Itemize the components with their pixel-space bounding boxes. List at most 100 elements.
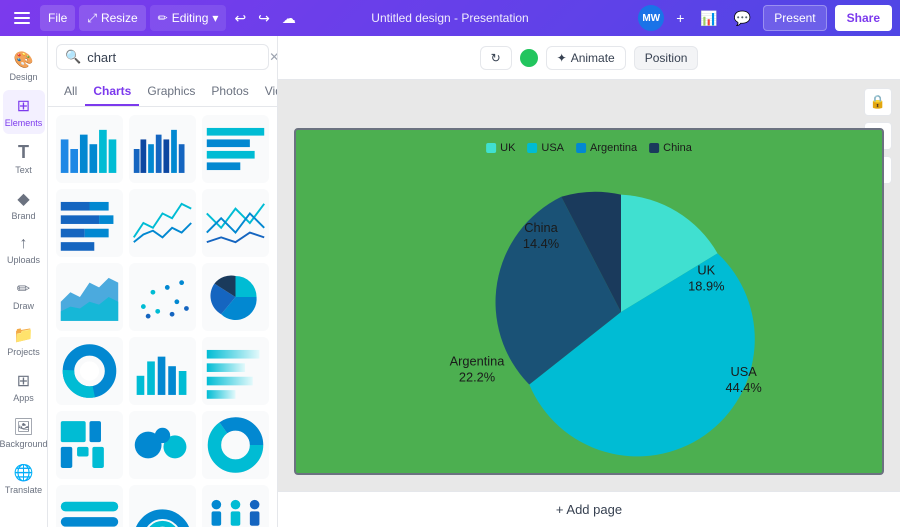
- sidebar-item-text[interactable]: T Text: [3, 136, 45, 181]
- uploads-icon: ↑: [20, 235, 28, 253]
- gallery-item-arch-chart[interactable]: [129, 485, 196, 527]
- animate-button[interactable]: ✦ Animate: [546, 46, 626, 70]
- gallery-item-hbar-stacked[interactable]: [56, 189, 123, 257]
- analytics-icon-button[interactable]: 📊: [696, 8, 721, 29]
- sidebar-item-projects[interactable]: 📁 Projects: [3, 319, 45, 363]
- gallery-item-ring-chart[interactable]: [202, 411, 269, 479]
- user-avatar[interactable]: MW: [638, 5, 664, 31]
- brand-icon: ◆: [17, 189, 29, 209]
- legend-label-uk: UK: [500, 142, 515, 154]
- text-icon: T: [18, 142, 29, 163]
- top-toolbar: File ⤢ Resize ✏ Editing ▾ ↩ ↪ ☁ Untitled…: [0, 0, 900, 36]
- position-button[interactable]: Position: [634, 46, 699, 70]
- gallery-item-pill-chart[interactable]: [56, 485, 123, 527]
- resize-label: Resize: [101, 11, 138, 25]
- gallery-item-bar-horizontal[interactable]: [202, 115, 269, 183]
- position-label: Position: [645, 51, 688, 65]
- color-picker-dot[interactable]: [520, 49, 538, 67]
- resize-button[interactable]: ⤢ Resize: [79, 5, 145, 31]
- sidebar-item-design[interactable]: 🎨 Design: [3, 44, 45, 88]
- usa-value: 44.4%: [726, 380, 762, 395]
- add-page-label: + Add page: [556, 502, 622, 517]
- uk-label: UK: [697, 262, 715, 277]
- present-button[interactable]: Present: [763, 5, 826, 31]
- gallery-item-multi-line[interactable]: [202, 189, 269, 257]
- sidebar-item-brand[interactable]: ◆ Brand: [3, 183, 45, 227]
- draw-icon: ✏: [17, 279, 30, 299]
- sidebar-item-elements[interactable]: ⊞ Elements: [3, 90, 45, 134]
- refresh-button[interactable]: ↻: [480, 46, 512, 70]
- filter-tabs: All Charts Graphics Photos Videos ›: [48, 78, 277, 107]
- redo-button[interactable]: ↪: [254, 8, 274, 29]
- gallery-item-donut-chart[interactable]: [56, 337, 123, 405]
- legend-dot-uk: [486, 143, 496, 153]
- sidebar-item-translate-label: Translate: [5, 485, 42, 495]
- lock-icon-button[interactable]: 🔒: [864, 88, 892, 116]
- gallery-item-bar-vert[interactable]: [129, 337, 196, 405]
- bottom-bar: + Add page: [278, 491, 900, 527]
- sidebar-item-projects-label: Projects: [7, 347, 40, 357]
- tab-photos[interactable]: Photos: [203, 78, 256, 106]
- search-input[interactable]: [87, 50, 263, 65]
- comments-button[interactable]: 💬: [730, 8, 755, 29]
- refresh-icon: ↻: [491, 51, 501, 65]
- legend-uk: UK: [486, 142, 515, 154]
- gallery-item-hbar-gradient[interactable]: [202, 337, 269, 405]
- tab-all[interactable]: All: [56, 78, 85, 106]
- search-bar: 🔍 ✕ ⚙: [56, 44, 269, 70]
- search-clear-icon[interactable]: ✕: [269, 50, 278, 64]
- gallery-item-scatter-chart[interactable]: [129, 263, 196, 331]
- legend-label-usa: USA: [541, 142, 564, 154]
- gallery-item-area-chart[interactable]: [56, 263, 123, 331]
- gallery-item-pie-chart[interactable]: [202, 263, 269, 331]
- projects-icon: 📁: [14, 325, 34, 345]
- tab-videos[interactable]: Videos: [257, 78, 277, 106]
- sidebar-item-background[interactable]: 🖼 Background: [3, 411, 45, 455]
- chart-legend: UK USA Argentina China: [486, 142, 692, 154]
- chart-gallery: [48, 107, 277, 527]
- resize-icon: ⤢: [87, 11, 97, 26]
- gallery-item-people-chart[interactable]: [202, 485, 269, 527]
- pencil-icon: ✏: [158, 11, 168, 25]
- gallery-item-bar-grouped[interactable]: [56, 115, 123, 183]
- share-button[interactable]: Share: [835, 5, 892, 31]
- design-canvas[interactable]: UK USA Argentina China: [294, 128, 884, 475]
- gallery-item-bar-clustered[interactable]: [129, 115, 196, 183]
- tab-graphics[interactable]: Graphics: [139, 78, 203, 106]
- sidebar-item-translate[interactable]: 🌐 Translate: [3, 457, 45, 501]
- plus-collaborator-button[interactable]: +: [672, 8, 688, 28]
- toolbar-right: MW + 📊 💬 Present Share: [638, 5, 892, 31]
- gallery-item-window-chart[interactable]: [56, 411, 123, 479]
- pie-chart-container: UK USA Argentina China: [296, 130, 882, 473]
- doc-title: Untitled design - Presentation: [371, 11, 528, 25]
- tab-charts[interactable]: Charts: [85, 78, 139, 106]
- gallery-item-bubble-chart[interactable]: [129, 411, 196, 479]
- gallery-item-line-chart[interactable]: [129, 189, 196, 257]
- sidebar-item-background-label: Background: [0, 439, 48, 449]
- legend-label-argentina: Argentina: [590, 142, 637, 154]
- main-layout: 🎨 Design ⊞ Elements T Text ◆ Brand ↑ Upl…: [0, 36, 900, 527]
- legend-dot-argentina: [576, 143, 586, 153]
- cloud-save-button[interactable]: ☁: [278, 8, 300, 29]
- sidebar-item-draw[interactable]: ✏ Draw: [3, 273, 45, 317]
- china-label: China: [524, 220, 558, 235]
- animate-icon: ✦: [557, 51, 567, 65]
- china-value: 14.4%: [523, 236, 559, 251]
- canvas-area: ↻ ✦ Animate Position 🔒 ⧉ ↗: [278, 36, 900, 527]
- pie-chart-svg: UK 18.9% USA 44.4% Argentina 22.2% China…: [349, 152, 829, 472]
- editing-button[interactable]: ✏ Editing ▾: [150, 5, 227, 31]
- sidebar-item-apps[interactable]: ⊞ Apps: [3, 365, 45, 409]
- toolbar-center: Untitled design - Presentation: [371, 11, 528, 25]
- legend-argentina: Argentina: [576, 142, 637, 154]
- legend-dot-usa: [527, 143, 537, 153]
- toolbar-left: File ⤢ Resize ✏ Editing ▾ ↩ ↪ ☁: [8, 4, 634, 32]
- editing-label: Editing: [172, 11, 209, 25]
- add-page-button[interactable]: + Add page: [556, 502, 622, 517]
- sidebar-item-text-label: Text: [15, 165, 32, 175]
- menu-icon[interactable]: [8, 4, 36, 32]
- file-menu[interactable]: File: [40, 5, 75, 31]
- sidebar-item-uploads[interactable]: ↑ Uploads: [3, 229, 45, 271]
- argentina-value: 22.2%: [459, 369, 495, 384]
- translate-icon: 🌐: [14, 463, 34, 483]
- undo-button[interactable]: ↩: [230, 8, 250, 29]
